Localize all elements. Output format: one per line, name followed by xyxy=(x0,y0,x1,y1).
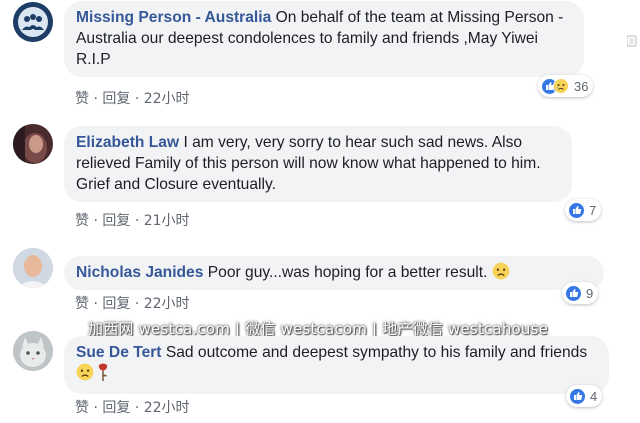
avatar[interactable] xyxy=(13,2,53,42)
reaction-count: 36 xyxy=(574,78,589,94)
like-action[interactable]: 赞 xyxy=(75,293,89,313)
reply-action[interactable]: 回复 xyxy=(102,293,130,313)
like-action[interactable]: 赞 xyxy=(75,210,89,230)
comment-time[interactable]: 22小时 xyxy=(144,397,190,417)
sad-emoji-icon xyxy=(76,363,94,387)
like-icon xyxy=(565,284,582,302)
comment-bubble: Missing Person - Australia On behalf of … xyxy=(64,1,584,77)
avatar[interactable] xyxy=(13,331,53,371)
avatar[interactable] xyxy=(13,248,53,288)
comment-actions: 赞 · 回复 · 22小时 xyxy=(75,88,190,108)
reaction-summary[interactable]: 36 xyxy=(538,75,594,97)
separator: · xyxy=(134,213,140,229)
reply-action[interactable]: 回复 xyxy=(102,210,130,230)
wilted-rose-icon xyxy=(97,363,109,387)
reaction-summary[interactable]: 7 xyxy=(565,199,602,221)
reply-action[interactable]: 回复 xyxy=(102,397,130,417)
comment-author[interactable]: Nicholas Janides xyxy=(76,264,203,281)
comment-author[interactable]: Elizabeth Law xyxy=(76,134,179,151)
separator: · xyxy=(93,400,98,416)
separator: · xyxy=(134,296,140,312)
reaction-summary[interactable]: 4 xyxy=(566,385,603,407)
comment-author[interactable]: Missing Person - Australia xyxy=(76,9,271,26)
separator: · xyxy=(134,400,140,416)
comment-bubble: Sue De Tert Sad outcome and deepest symp… xyxy=(64,336,609,394)
comment-actions: 赞 · 回复 · 22小时 xyxy=(75,293,190,313)
comment-time[interactable]: 22小时 xyxy=(144,88,190,108)
comment-actions: 赞 · 回复 · 21小时 xyxy=(75,210,190,230)
avatar[interactable] xyxy=(13,124,53,164)
comment-time[interactable]: 22小时 xyxy=(144,293,190,313)
comment-time[interactable]: 21小时 xyxy=(144,210,190,230)
separator: · xyxy=(93,213,98,229)
separator: · xyxy=(93,296,98,312)
comment-bubble: Nicholas Janides Poor guy...was hoping f… xyxy=(64,256,604,290)
reply-action[interactable]: 回复 xyxy=(102,88,130,108)
reaction-summary[interactable]: 9 xyxy=(562,282,599,304)
comment-text: Poor guy...was hoping for a better resul… xyxy=(207,264,488,281)
comment-author[interactable]: Sue De Tert xyxy=(76,344,162,361)
comment-bubble: Elizabeth Law I am very, very sorry to h… xyxy=(64,126,572,202)
separator: · xyxy=(93,91,98,107)
like-action[interactable]: 赞 xyxy=(75,397,89,417)
reaction-count: 4 xyxy=(590,388,598,404)
options-icon[interactable] xyxy=(626,34,637,52)
like-icon xyxy=(569,387,586,405)
like-icon xyxy=(568,201,585,219)
reaction-count: 7 xyxy=(589,202,597,218)
comment-text: Sad outcome and deepest sympathy to his … xyxy=(165,344,588,361)
separator: · xyxy=(134,91,140,107)
sad-icon xyxy=(553,77,570,95)
comment-actions: 赞 · 回复 · 22小时 xyxy=(75,397,190,417)
sad-emoji-icon xyxy=(492,262,510,286)
reaction-count: 9 xyxy=(586,285,594,301)
like-action[interactable]: 赞 xyxy=(75,88,89,108)
